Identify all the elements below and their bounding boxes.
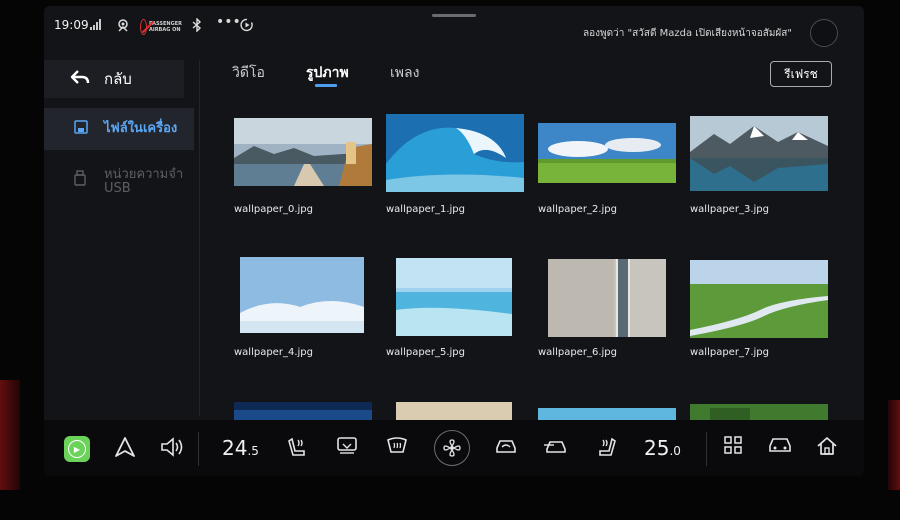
usb-drive-icon — [74, 170, 88, 190]
dock-separator — [706, 432, 707, 466]
passenger-temperature[interactable]: 25.0 — [644, 436, 681, 460]
back-label: กลับ — [104, 70, 132, 88]
connected-services-icon — [116, 18, 130, 35]
voice-assistant-button[interactable] — [810, 19, 838, 47]
file-name: wallpaper_3.jpg — [690, 204, 769, 215]
temp-value: 24 — [222, 436, 248, 460]
left-ambient-glow — [0, 380, 20, 490]
fresh-air-icon[interactable] — [544, 436, 568, 460]
tab-photos[interactable]: รูปภาพ — [306, 62, 349, 84]
sidebar-item-label: ไฟล์ในเครื่อง — [104, 121, 178, 136]
carplay-icon: ▶ — [68, 440, 86, 458]
thumbnail-partial-10[interactable] — [538, 408, 676, 420]
tab-video[interactable]: วิดีโอ — [232, 62, 265, 84]
thumbnail-partial-9[interactable] — [396, 402, 512, 420]
front-defrost-icon[interactable] — [386, 436, 408, 460]
sidebar-divider — [199, 60, 200, 416]
thumbnail-wallpaper-4[interactable] — [240, 257, 364, 333]
refresh-button[interactable]: รีเฟรช — [770, 61, 832, 87]
thumbnail-wallpaper-6[interactable] — [548, 259, 666, 337]
back-arrow-icon — [70, 69, 90, 90]
thumbnail-partial-11[interactable] — [690, 404, 828, 420]
passenger-airbag-indicator: PASSENGER AIRBAG ON — [140, 18, 182, 36]
volume-icon[interactable] — [160, 436, 186, 462]
sidebar-item-usb[interactable]: หน่วยความจำ USB — [44, 168, 194, 208]
thumbnail-wallpaper-7[interactable] — [690, 260, 828, 338]
bluetooth-icon — [192, 17, 202, 35]
file-name: wallpaper_7.jpg — [690, 347, 769, 358]
driver-seat-heat-icon[interactable] — [286, 436, 308, 462]
file-name: wallpaper_2.jpg — [538, 204, 617, 215]
bottom-dock: ▶ 24.5 25.0 — [44, 420, 864, 476]
climate-fan-button[interactable] — [434, 430, 470, 466]
file-name: wallpaper_1.jpg — [386, 204, 465, 215]
temp-decimal: .5 — [247, 444, 259, 458]
clock: 19:09 — [54, 18, 89, 32]
carplay-button[interactable]: ▶ — [64, 436, 90, 462]
signal-icon — [90, 19, 102, 33]
active-tab-indicator — [315, 84, 337, 87]
file-name: wallpaper_5.jpg — [386, 347, 465, 358]
airbag-text: PASSENGER AIRBAG ON — [148, 21, 182, 33]
more-icon[interactable]: ••• — [216, 14, 241, 30]
temp-decimal: .0 — [669, 444, 681, 458]
temp-value: 25 — [644, 436, 670, 460]
thumbnail-wallpaper-1[interactable] — [386, 114, 524, 192]
voice-hint: ลองพูดว่า "สวัสดี Mazda เปิดเสียงหน้าจอส… — [583, 28, 792, 39]
sidebar-item-label: หน่วยความจำ USB — [104, 167, 184, 196]
rear-defrost-icon[interactable] — [336, 436, 358, 460]
tab-music[interactable]: เพลง — [390, 62, 419, 84]
driver-temperature[interactable]: 24.5 — [222, 436, 259, 460]
vehicle-icon[interactable] — [768, 436, 792, 458]
file-name: wallpaper_6.jpg — [538, 347, 617, 358]
status-bar: 19:09 PASSENGER AIRBAG ON ••• ลองพูดว่า … — [44, 6, 864, 54]
thumbnail-wallpaper-0[interactable] — [234, 118, 372, 186]
file-name: wallpaper_4.jpg — [234, 347, 313, 358]
thumbnail-wallpaper-2[interactable] — [538, 123, 676, 183]
passenger-seat-heat-icon[interactable] — [596, 436, 618, 462]
thumbnail-partial-8[interactable] — [234, 402, 372, 420]
app-grid-icon[interactable] — [724, 436, 742, 458]
thumbnail-wallpaper-3[interactable] — [690, 116, 828, 191]
back-button[interactable]: กลับ — [44, 60, 184, 98]
home-icon[interactable] — [816, 436, 838, 460]
dock-separator — [198, 432, 199, 466]
airbag-icon — [140, 19, 147, 35]
save-icon — [74, 120, 88, 138]
file-name: wallpaper_0.jpg — [234, 204, 313, 215]
right-ambient-glow — [888, 400, 900, 490]
fan-icon — [443, 439, 461, 457]
android-auto-icon[interactable] — [114, 436, 136, 462]
thumbnail-wallpaper-5[interactable] — [396, 258, 512, 336]
pull-down-handle[interactable] — [432, 14, 476, 17]
infotainment-screen: 19:09 PASSENGER AIRBAG ON ••• ลองพูดว่า … — [44, 6, 864, 476]
sidebar: กลับ ไฟล์ในเครื่อง หน่วยความจำ USB — [44, 56, 199, 420]
media-playing-icon[interactable] — [240, 18, 254, 35]
sidebar-item-local-files[interactable]: ไฟล์ในเครื่อง — [44, 108, 194, 150]
air-recirculation-icon[interactable] — [494, 436, 518, 460]
